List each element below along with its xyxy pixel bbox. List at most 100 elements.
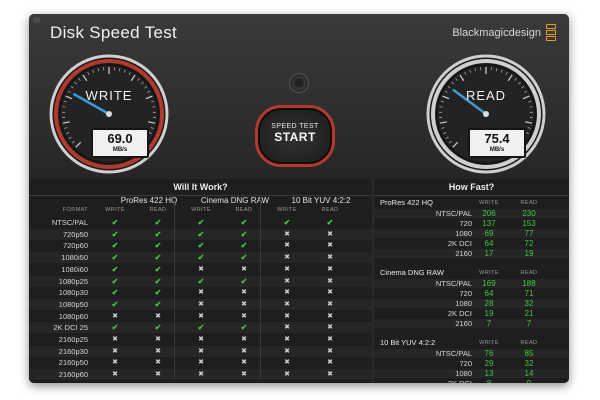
cross-icon: ✖ [284, 277, 290, 285]
table-row: 1080p25 ✔ ✔ ✔ ✔ ✖ ✖ [29, 275, 372, 287]
check-icon: ✔ [111, 288, 119, 298]
check-icon: ✔ [240, 253, 248, 263]
check-icon: ✔ [154, 218, 162, 227]
gear-icon[interactable] [289, 73, 309, 93]
cross-icon: ✖ [327, 371, 333, 379]
resolution-label: NTSC/PAL [435, 209, 472, 218]
write-fps-value: 29 [484, 359, 494, 368]
check-icon: ✔ [197, 323, 205, 333]
cross-icon: ✖ [284, 300, 290, 308]
read-speed-unit: MB/s [489, 147, 505, 153]
write-fps-value: 69 [484, 229, 494, 238]
close-icon[interactable] [33, 17, 40, 23]
disk-speed-test-window: Disk Speed Test Blackmagicdesign WRITE 6… [29, 14, 569, 383]
check-icon: ✔ [240, 229, 248, 239]
format-label: 720p60 [62, 241, 88, 251]
cross-icon: ✖ [241, 359, 247, 367]
table-row: 2K DCI8 9 [374, 379, 569, 383]
cross-icon: ✖ [112, 336, 118, 343]
table-row: 2K DCI 25 ✔ ✔ ✔ ✔ ✖ ✖ [29, 322, 372, 334]
resolution-label: 720 [459, 289, 472, 298]
format-label: 2160p50 [58, 358, 88, 368]
write-speed-value: 69.0 [107, 131, 133, 146]
table-row: 2K DCI 19 21 [374, 309, 569, 318]
table-row: 720p50 ✔ ✔ ✔ ✔ ✖ ✖ [29, 228, 372, 240]
format-group-header: 10 Bit YUV 4:2:2 [291, 196, 351, 205]
speed-group-name: 10 Bit YUV 4:2:2 [380, 338, 436, 347]
resolution-label: 2160 [455, 249, 472, 258]
cross-icon: ✖ [327, 312, 333, 320]
table-row: 2160p50 ✖ ✖ ✖ ✖ ✖ ✖ [29, 357, 372, 368]
cross-icon: ✖ [198, 336, 204, 343]
write-gauge: WRITE 69.0 MB/s [49, 54, 169, 174]
check-icon: ✔ [111, 253, 119, 263]
table-row: 720 137 153 [374, 219, 569, 228]
write-fps-value: 169 [482, 279, 496, 288]
will-it-work-title: Will It Work? [29, 179, 372, 196]
speed-group-header: 10 Bit YUV 4:2:2 WRITE READ [374, 338, 569, 348]
read-readout: 75.4 MB/s [468, 128, 526, 158]
check-icon: ✔ [240, 323, 248, 333]
resolution-label: 2160 [455, 319, 472, 328]
cross-icon: ✖ [327, 265, 333, 273]
check-icon: ✔ [111, 229, 119, 239]
read-fps-value: 19 [524, 249, 534, 258]
write-fps-value: 64 [484, 289, 494, 298]
cross-icon: ✖ [241, 300, 247, 308]
column-header-read: READ [520, 200, 538, 206]
cross-icon: ✖ [327, 324, 333, 332]
cross-icon: ✖ [112, 371, 118, 379]
format-label: NTSC/PAL [51, 218, 88, 227]
start-button-caption: SPEED TEST [271, 123, 319, 130]
cross-icon: ✖ [241, 265, 247, 273]
speed-group-name: ProRes 422 HQ [380, 198, 433, 207]
read-fps-value: 32 [524, 299, 534, 308]
cross-icon: ✖ [155, 312, 161, 320]
check-icon: ✔ [154, 299, 162, 309]
write-fps-value: 8 [474, 379, 504, 383]
app-title: Disk Speed Test [50, 23, 178, 42]
speed-test-start-button[interactable]: SPEED TEST START [255, 105, 335, 167]
format-group-header: ProRes 422 HQ [120, 196, 178, 205]
read-fps-value: 153 [522, 219, 536, 228]
table-row: 720 29 32 [374, 359, 569, 368]
table-row: 720 64 71 [374, 289, 569, 298]
cross-icon: ✖ [155, 347, 161, 355]
read-fps-value: 21 [524, 309, 534, 318]
check-icon: ✔ [154, 229, 162, 239]
check-icon: ✔ [283, 218, 291, 227]
cross-icon: ✖ [241, 312, 247, 320]
check-icon: ✔ [154, 253, 162, 263]
table-row: 1080p50 ✔ ✔ ✖ ✖ ✖ ✖ [29, 298, 372, 310]
check-icon: ✔ [154, 276, 162, 286]
column-header-read: READ [520, 340, 538, 346]
format-group-header: Cinema DNG RAW [200, 196, 270, 205]
column-header-read: READ [149, 207, 167, 213]
cross-icon: ✖ [327, 230, 333, 238]
cross-icon: ✖ [155, 359, 161, 367]
table-row: NTSC/PAL 76 85 [374, 349, 569, 358]
gauges-header: Disk Speed Test Blackmagicdesign WRITE 6… [29, 14, 569, 179]
write-readout: 69.0 MB/s [91, 128, 149, 158]
resolution-label: NTSC/PAL [435, 279, 472, 288]
check-icon: ✔ [111, 264, 119, 274]
cross-icon: ✖ [284, 254, 290, 262]
cross-icon: ✖ [241, 336, 247, 343]
table-row: NTSC/PAL ✔ ✔ ✔ ✔ ✔ ✔ [29, 217, 372, 228]
table-row: 1080 28 32 [374, 299, 569, 308]
read-fps-value: 77 [524, 229, 534, 238]
cross-icon: ✖ [284, 242, 290, 250]
format-label: 2160p60 [58, 370, 88, 380]
format-label: 1080p30 [58, 288, 88, 298]
table-row: 2160 7 7 [374, 319, 569, 328]
cross-icon: ✖ [327, 336, 333, 343]
read-fps-value: 32 [524, 359, 534, 368]
format-label: 2160p25 [58, 335, 88, 344]
write-fps-value: 13 [484, 369, 494, 378]
check-icon: ✔ [240, 276, 248, 286]
read-fps-value: 7 [526, 319, 532, 328]
table-row: 1080i50 ✔ ✔ ✔ ✔ ✖ ✖ [29, 252, 372, 264]
speed-group-name: Cinema DNG RAW [380, 268, 444, 277]
write-gauge-label: WRITE [85, 88, 133, 103]
how-fast-panel: How Fast? ProRes 422 HQ WRITE READ NTSC/PAL… [374, 179, 569, 383]
